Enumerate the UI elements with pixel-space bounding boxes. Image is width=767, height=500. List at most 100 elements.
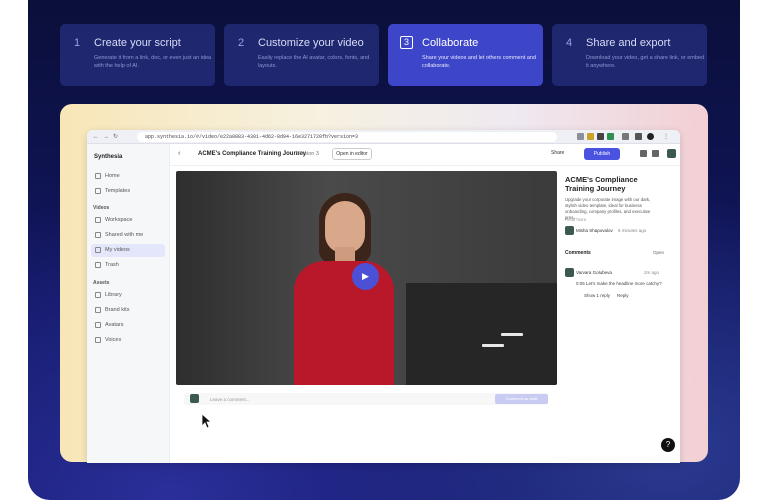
sidebar-item-label: Home [105,173,120,179]
home-icon [95,173,101,179]
user-avatar[interactable] [667,149,676,158]
mouse-cursor-icon [201,413,213,429]
chat-icon[interactable] [652,150,659,157]
comment-author: Varvara Golubeva [576,270,612,275]
presenter-face [325,201,365,253]
sidebar-item-label: Templates [105,188,131,194]
sidebar-item-avatars[interactable]: Avatars [91,319,165,332]
video-topbar: ‹ ACME's Compliance Training Journey Ver… [170,144,680,166]
sidebar-item-templates[interactable]: Templates [91,185,165,198]
comment-text: 0:05 Let's make the headline more catchy… [576,281,662,286]
step-share-export[interactable]: 4 Share and export Download your video, … [552,24,707,86]
extension-icon[interactable] [587,133,594,140]
sidebar-item-brand-kits[interactable]: Brand kits [91,304,165,317]
video-icon [95,247,101,253]
sidebar-item-voices[interactable]: Voices [91,334,165,347]
extension-icon[interactable] [622,133,629,140]
author-time: 5 minutes ago [618,228,647,233]
step-description: Generate it from a link, doc, or even ju… [94,55,212,69]
sidebar-item-label: My videos [105,247,130,253]
help-button[interactable]: ? [661,438,675,452]
commenter-avatar [565,268,574,277]
avatar-icon [95,322,101,328]
sidebar-item-label: Brand kits [105,307,130,313]
video-title: ACME's Compliance Training Journey [198,151,307,157]
browser-toolbar: ← → ↻ app.synthesia.io/#/video/e22a0883-… [87,130,680,144]
brand-name[interactable]: Synthesia [94,154,122,160]
sidebar-item-label: Voices [105,337,122,343]
step-number: 4 [566,37,573,49]
step-description: Share your videos and let others comment… [422,55,537,69]
share-button[interactable]: Share [551,150,564,156]
sidebar-item-workspace[interactable]: Workspace [91,214,165,227]
trash-icon [95,262,101,268]
forward-icon[interactable]: → [103,133,109,141]
author-name: Misha Shapovalov [576,228,613,233]
notification-icon[interactable] [640,150,647,157]
panel-title: ACME's Compliance Training Journey [565,175,638,193]
comment-placeholder: Leave a comment... [210,397,250,402]
step-customize-video[interactable]: 2 Customize your video Easily replace th… [224,24,379,86]
open-editor-button[interactable]: Open in editor [332,148,372,160]
step-number: 2 [238,37,245,49]
sidebar-item-home[interactable]: Home [91,170,165,183]
brand-kit-icon [95,307,101,313]
step-description: Download your video, get a share link, o… [586,55,705,69]
comment-time: 2m ago [644,270,660,275]
sidebar-item-my-videos[interactable]: My videos [91,244,165,257]
step-collaborate[interactable]: 3 Collaborate Share your videos and let … [388,24,543,86]
reply-button[interactable]: Reply [617,293,629,298]
extension-icon[interactable] [577,133,584,140]
templates-icon [95,188,101,194]
extension-icon[interactable] [597,133,604,140]
comment-input[interactable]: Leave a comment... [184,393,548,405]
library-icon [95,292,101,298]
sidebar-item-label: Shared with me [105,232,144,238]
sidebar-item-label: Trash [105,262,119,268]
step-number: 1 [74,37,81,49]
step-title: Customize your video [258,37,364,49]
sidebar-item-shared[interactable]: Shared with me [91,229,165,242]
reload-icon[interactable]: ↻ [113,133,118,141]
workspace-icon [95,217,101,223]
screenshot-stage: 1 Create your script Generate it from a … [0,0,767,500]
back-button[interactable]: ‹ [178,150,180,157]
extension-icon[interactable] [607,133,614,140]
step-title: Collaborate [422,37,479,49]
shared-icon [95,232,101,238]
browser-window: ← → ↻ app.synthesia.io/#/video/e22a0883-… [87,130,680,463]
sidebar-item-label: Avatars [105,322,124,328]
comments-filter-select[interactable]: Open [653,250,664,255]
comment-submit-button[interactable]: Comment as draft [495,394,548,404]
sidebar-item-library[interactable]: Library [91,289,165,302]
sidebar-item-label: Workspace [105,217,133,223]
sidebar-section-videos: Videos [93,205,110,211]
video-player[interactable]: ▶ [176,171,557,385]
presenter-shirt [294,261,394,385]
video-backdrop [406,283,557,385]
play-icon[interactable]: ▶ [352,263,379,290]
step-create-script[interactable]: 1 Create your script Generate it from a … [60,24,215,86]
comments-heading: Comments [565,250,591,256]
sidebar-item-trash[interactable]: Trash [91,259,165,272]
sidebar-section-assets: Assets [93,280,110,286]
video-light [482,344,504,347]
back-icon[interactable]: ← [93,133,99,141]
step-title: Create your script [94,37,181,49]
address-bar[interactable]: app.synthesia.io/#/video/e22a0883-4301-4… [137,132,557,142]
voice-icon [95,337,101,343]
step-description: Easily replace the AI avatar, colors, fo… [258,55,370,69]
sidebar-toggle-icon[interactable] [635,133,642,140]
show-replies-link[interactable]: Show 1 reply [584,293,610,298]
menu-icon[interactable]: ⋮ [663,133,669,141]
steps-row: 1 Create your script Generate it from a … [60,24,710,86]
profile-icon[interactable] [647,133,654,140]
step-number: 3 [400,36,413,49]
version-select[interactable]: Version 3 [296,151,319,157]
step-title: Share and export [586,37,671,49]
publish-button[interactable]: Publish [584,148,620,160]
sidebar: Synthesia Home Templates Videos Workspac… [87,144,170,463]
read-more-link[interactable]: Read more [565,217,586,222]
sidebar-item-label: Library [105,292,122,298]
avatar-presenter [284,189,404,385]
